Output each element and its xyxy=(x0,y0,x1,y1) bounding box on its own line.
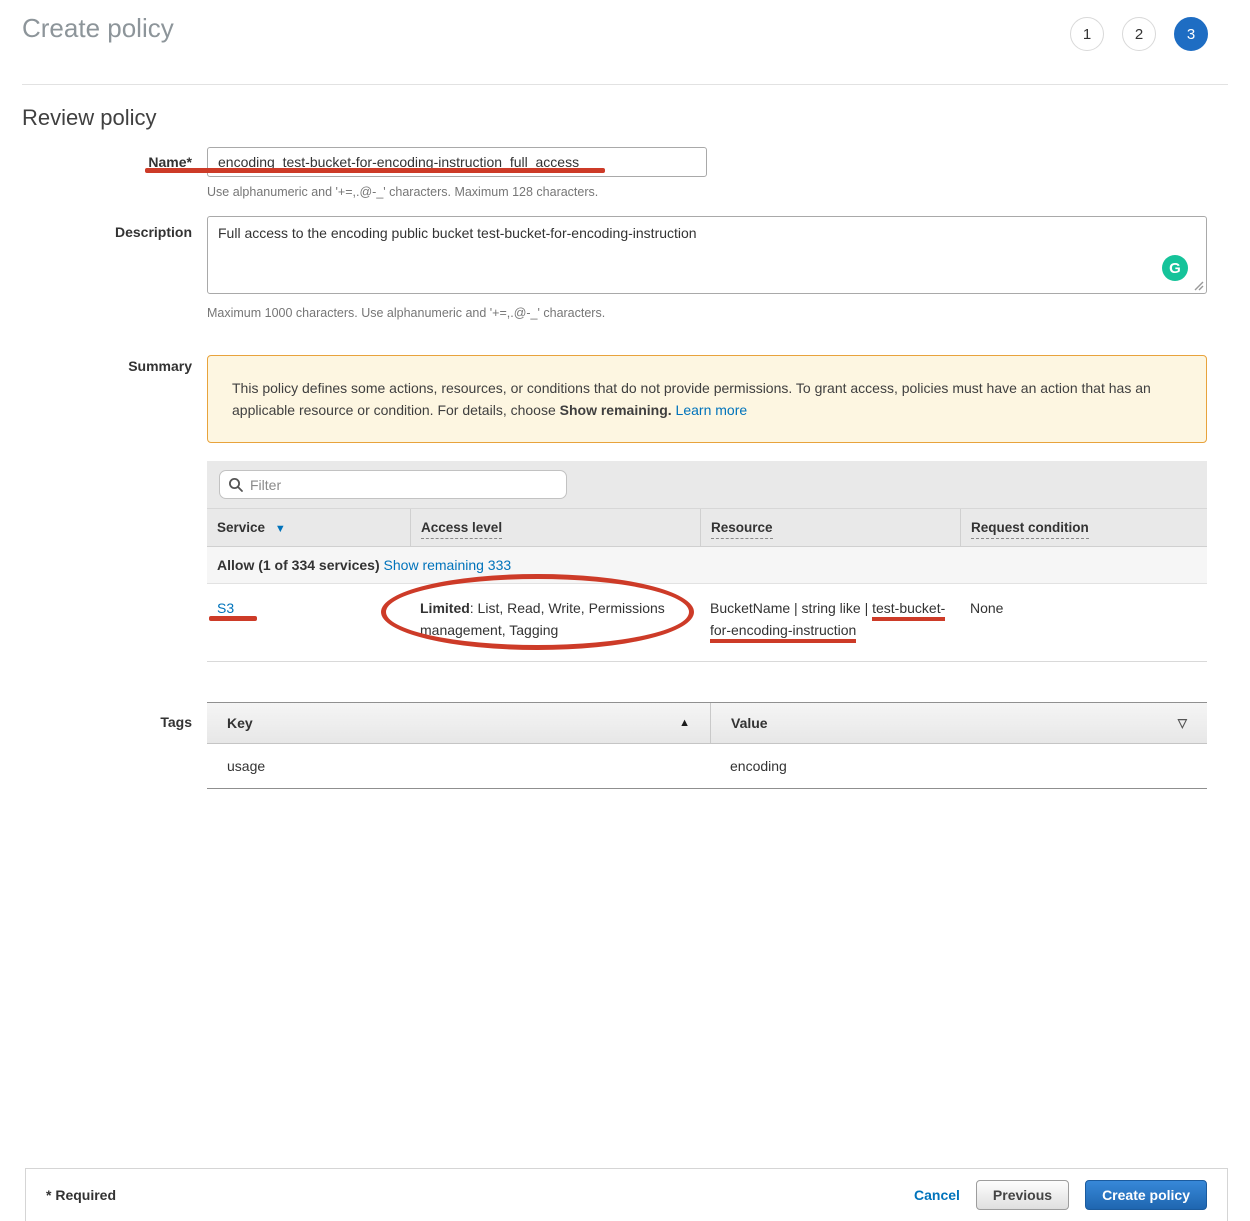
previous-button[interactable]: Previous xyxy=(976,1180,1069,1210)
tags-section: Tags Key ▲ Value ▽ usage encoding xyxy=(22,702,1228,789)
tags-table-header: Key ▲ Value ▽ xyxy=(207,702,1207,744)
summary-warning-bold: Show remaining. xyxy=(560,402,672,418)
step-2-indicator: 2 xyxy=(1122,17,1156,51)
column-header-access-level[interactable]: Access level xyxy=(410,509,700,546)
footer-action-bar: * Required Cancel Previous Create policy xyxy=(25,1168,1228,1221)
tags-table: Key ▲ Value ▽ usage encoding xyxy=(207,702,1207,789)
policy-description-textarea[interactable]: Full access to the encoding public bucke… xyxy=(208,217,1206,293)
sort-ascending-icon[interactable]: ▲ xyxy=(679,717,690,729)
services-section: Service ▼ Access level Resource Request … xyxy=(22,461,1228,662)
column-header-key[interactable]: Key ▲ xyxy=(207,703,710,743)
show-remaining-link[interactable]: Show remaining 333 xyxy=(384,557,512,573)
cancel-button[interactable]: Cancel xyxy=(914,1187,960,1203)
column-header-request-condition[interactable]: Request condition xyxy=(960,509,1207,546)
services-filter-bar xyxy=(207,461,1207,508)
summary-warning-box: This policy defines some actions, resour… xyxy=(207,355,1207,443)
name-row: Name* Use alphanumeric and '+=,.@-_' cha… xyxy=(22,147,1228,200)
description-helper-text: Maximum 1000 characters. Use alphanumeri… xyxy=(207,306,1207,321)
allow-group-label: Allow (1 of 334 services) xyxy=(217,557,380,573)
services-table-header: Service ▼ Access level Resource Request … xyxy=(207,508,1207,547)
wizard-steps: 1 2 3 xyxy=(1070,17,1208,51)
table-row: usage encoding xyxy=(207,744,1207,789)
create-policy-button[interactable]: Create policy xyxy=(1085,1180,1207,1210)
name-helper-text: Use alphanumeric and '+=,.@-_' character… xyxy=(207,185,1207,200)
name-label: Name* xyxy=(22,147,192,200)
required-note: * Required xyxy=(46,1187,116,1203)
page-title: Create policy xyxy=(22,13,174,44)
review-policy-heading: Review policy xyxy=(22,105,1228,131)
table-row: S3 Limited: List, Read, Write, Permissio… xyxy=(207,584,1207,662)
services-filter-input[interactable] xyxy=(219,470,567,499)
learn-more-link[interactable]: Learn more xyxy=(676,402,748,418)
summary-row: Summary This policy defines some actions… xyxy=(22,355,1228,443)
tags-label: Tags xyxy=(22,702,192,789)
page-header: Create policy 1 2 3 xyxy=(22,0,1228,85)
service-s3-link[interactable]: S3 xyxy=(217,600,234,616)
step-1-indicator: 1 xyxy=(1070,17,1104,51)
description-label: Description xyxy=(22,216,192,321)
request-condition-value: None xyxy=(960,597,1207,641)
chevron-down-icon: ▼ xyxy=(275,523,286,535)
column-header-value[interactable]: Value ▽ xyxy=(710,703,1207,743)
resource-value: BucketName | string like | test-bucket-f… xyxy=(700,597,960,641)
tag-key-value: usage xyxy=(207,744,710,788)
policy-name-input[interactable] xyxy=(207,147,707,177)
sort-descending-icon[interactable]: ▽ xyxy=(1178,716,1187,730)
step-3-indicator: 3 xyxy=(1174,17,1208,51)
summary-label: Summary xyxy=(22,355,192,443)
services-table: Service ▼ Access level Resource Request … xyxy=(207,461,1207,662)
column-header-resource[interactable]: Resource xyxy=(700,509,960,546)
description-row: Description Full access to the encoding … xyxy=(22,216,1228,321)
allow-group-row: Allow (1 of 334 services) Show remaining… xyxy=(207,547,1207,584)
access-level-value: Limited: List, Read, Write, Permissions … xyxy=(420,597,676,641)
description-textarea-wrap: Full access to the encoding public bucke… xyxy=(207,216,1207,294)
grammarly-icon[interactable]: G xyxy=(1162,255,1188,281)
search-icon xyxy=(228,477,244,493)
tag-value-value: encoding xyxy=(710,744,1207,788)
resize-handle-icon[interactable] xyxy=(1194,281,1204,291)
column-header-service[interactable]: Service ▼ xyxy=(207,509,410,546)
